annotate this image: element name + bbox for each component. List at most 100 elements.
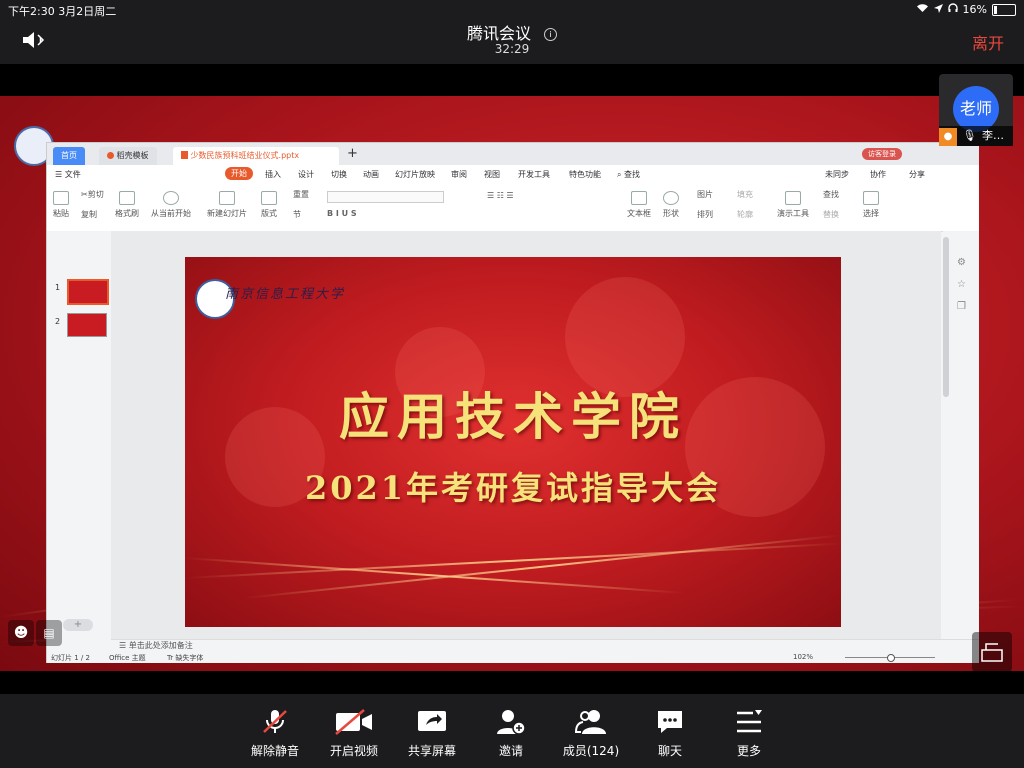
textbox-button[interactable]: 文本框	[627, 191, 651, 219]
file-menu[interactable]: ☰ 文件	[55, 169, 81, 180]
share-screen-button[interactable]: 共享屏幕	[397, 708, 467, 759]
ribbon-tab-animation[interactable]: 动画	[363, 169, 379, 180]
zoom-slider[interactable]	[845, 654, 935, 662]
ribbon-tab-design[interactable]: 设计	[298, 169, 314, 180]
font-style-buttons[interactable]: B I U S	[327, 209, 357, 218]
replace-button[interactable]: 替换	[823, 209, 839, 220]
tab-file-label: 少数民族预科班结业仪式.pptx	[190, 151, 300, 160]
image-button[interactable]: 图片	[697, 189, 713, 200]
members-button[interactable]: 成员(124)	[556, 708, 626, 759]
docer-icon	[107, 152, 114, 159]
section-label: 节	[293, 210, 301, 219]
font-name-select[interactable]	[327, 191, 444, 203]
star-icon[interactable]: ☆	[957, 279, 966, 290]
more-button[interactable]: 更多	[714, 708, 784, 759]
play-from-current-button[interactable]: 从当前开始	[151, 191, 191, 219]
slide-thumbnail-panel: 1 2 +	[47, 231, 112, 639]
paragraph-tools[interactable]: ☰ ☷ ☰	[487, 191, 514, 200]
copy-button[interactable]: 复制	[81, 209, 97, 220]
slide-thumbnail-2[interactable]	[67, 313, 107, 337]
collaborate-button[interactable]: 协作	[870, 169, 886, 180]
sync-status[interactable]: 未同步	[825, 169, 849, 180]
leave-button[interactable]: 离开	[972, 30, 1004, 54]
pptx-file-icon	[181, 151, 188, 159]
ribbon-tab-transition[interactable]: 切换	[331, 169, 347, 180]
presentation-slide[interactable]: 南京信息工程大学 应用技术学院 2021年考研复试指导大会	[185, 257, 841, 627]
vertical-scrollbar[interactable]	[943, 237, 949, 397]
ribbon-tab-bar: ☰ 文件 开始 插入 设计 切换 动画 幻灯片放映 审阅 视图 开发工具 特色功…	[47, 165, 979, 185]
outline-button[interactable]: 轮廓	[737, 209, 753, 220]
presentation-tools-button[interactable]: 演示工具	[777, 191, 809, 219]
info-icon[interactable]: i	[544, 28, 558, 41]
members-label: 成员(124)	[562, 744, 620, 758]
new-tab-button[interactable]: +	[347, 146, 358, 161]
layout-button[interactable]: 版式	[261, 191, 277, 219]
find-button[interactable]: 查找	[823, 189, 839, 200]
slide-thumbnail-1[interactable]	[67, 279, 109, 305]
meeting-header: 腾讯会议 i 32:29 离开	[0, 20, 1024, 64]
start-video-button[interactable]: 开启视频	[319, 708, 389, 759]
cut-button[interactable]: ✂剪切	[81, 189, 104, 200]
chat-button[interactable]: 聊天	[635, 708, 705, 759]
participant-video-tile[interactable]: 老师 ● 🎙 李…	[939, 74, 1013, 146]
zoom-slider-handle[interactable]	[887, 654, 895, 662]
format-painter-button[interactable]: 格式刷	[115, 191, 139, 219]
properties-icon[interactable]: ⚙	[957, 257, 966, 268]
thumb-number-1: 1	[55, 283, 61, 292]
unmute-button[interactable]: 解除静音	[240, 708, 310, 759]
ribbon-tab-features[interactable]: 特色功能	[569, 169, 601, 180]
tab-home[interactable]: 首页	[53, 147, 85, 165]
font-icon: Tr	[167, 654, 174, 662]
meeting-title-text: 腾讯会议	[466, 24, 531, 43]
replace-label: 替换	[823, 210, 839, 219]
status-right-cluster: 16%	[916, 3, 1016, 16]
more-label: 更多	[736, 744, 761, 758]
select-button[interactable]: 选择	[863, 191, 879, 219]
fill-button[interactable]: 填充	[737, 189, 753, 200]
battery-icon	[992, 3, 1016, 16]
location-icon	[933, 3, 943, 16]
share-button[interactable]: 分享	[909, 169, 925, 180]
ribbon-search[interactable]: ⌕ 查找	[617, 169, 640, 180]
shape-button[interactable]: 形状	[663, 191, 679, 219]
ribbon-tab-insert[interactable]: 插入	[265, 169, 281, 180]
section-button[interactable]: 节	[293, 209, 301, 220]
ribbon-tab-devtools[interactable]: 开发工具	[518, 169, 550, 180]
tab-current-file[interactable]: 少数民族预科班结业仪式.pptx	[173, 147, 339, 165]
floating-chat-icon[interactable]: ▤	[36, 620, 62, 646]
video-off-icon	[335, 709, 372, 735]
ribbon-tab-start[interactable]: 开始	[225, 167, 253, 180]
paste-button[interactable]: 粘贴	[53, 191, 69, 219]
new-slide-button[interactable]: 新建幻灯片	[207, 191, 247, 219]
missing-font-indicator[interactable]: Tr 缺失字体	[167, 653, 203, 663]
reset-label: 重置	[293, 190, 309, 199]
thumb-number-2: 2	[55, 317, 61, 326]
theme-name: Office 主题	[109, 654, 146, 662]
invite-button[interactable]: 邀请	[476, 708, 546, 759]
ribbon-tab-slideshow[interactable]: 幻灯片放映	[395, 169, 435, 180]
add-slide-button[interactable]: +	[63, 619, 93, 631]
missing-font-label: 缺失字体	[175, 654, 204, 662]
reset-button[interactable]: 重置	[293, 189, 309, 200]
participant-name-bar: ● 🎙 李…	[939, 126, 1013, 146]
tab-docer-label: 稻壳模板	[116, 151, 149, 160]
ribbon-tab-review[interactable]: 审阅	[451, 169, 467, 180]
notes-area[interactable]: ☰ 单击此处添加备注	[111, 639, 979, 654]
emoji-icon[interactable]: ☻	[8, 620, 34, 646]
battery-percent: 16%	[962, 3, 987, 16]
arrange-button[interactable]: 排列	[697, 209, 713, 220]
participant-name: 李…	[981, 129, 1004, 142]
notes-icon: ☰	[119, 641, 127, 650]
ribbon-tab-view[interactable]: 视图	[484, 169, 500, 180]
search-icon: ⌕	[617, 170, 622, 179]
presentation-tools-label: 演示工具	[777, 209, 809, 218]
tab-docer-templates[interactable]: 稻壳模板	[99, 147, 157, 165]
meeting-toolbar: 解除静音 开启视频 共享屏幕 邀请 成员(124) 聊天 更多	[0, 694, 1024, 768]
shared-screen: 首页 稻壳模板 少数民族预科班结业仪式.pptx + 访客登录 ☰ 文件 开始 …	[0, 64, 1024, 694]
fullscreen-toggle-icon[interactable]	[972, 632, 1012, 672]
paste-label: 粘贴	[53, 209, 69, 218]
login-button[interactable]: 访客登录	[862, 148, 902, 160]
copy-icon[interactable]: ❐	[957, 301, 966, 312]
more-menu-icon	[737, 710, 762, 733]
cut-label: 剪切	[87, 190, 104, 199]
